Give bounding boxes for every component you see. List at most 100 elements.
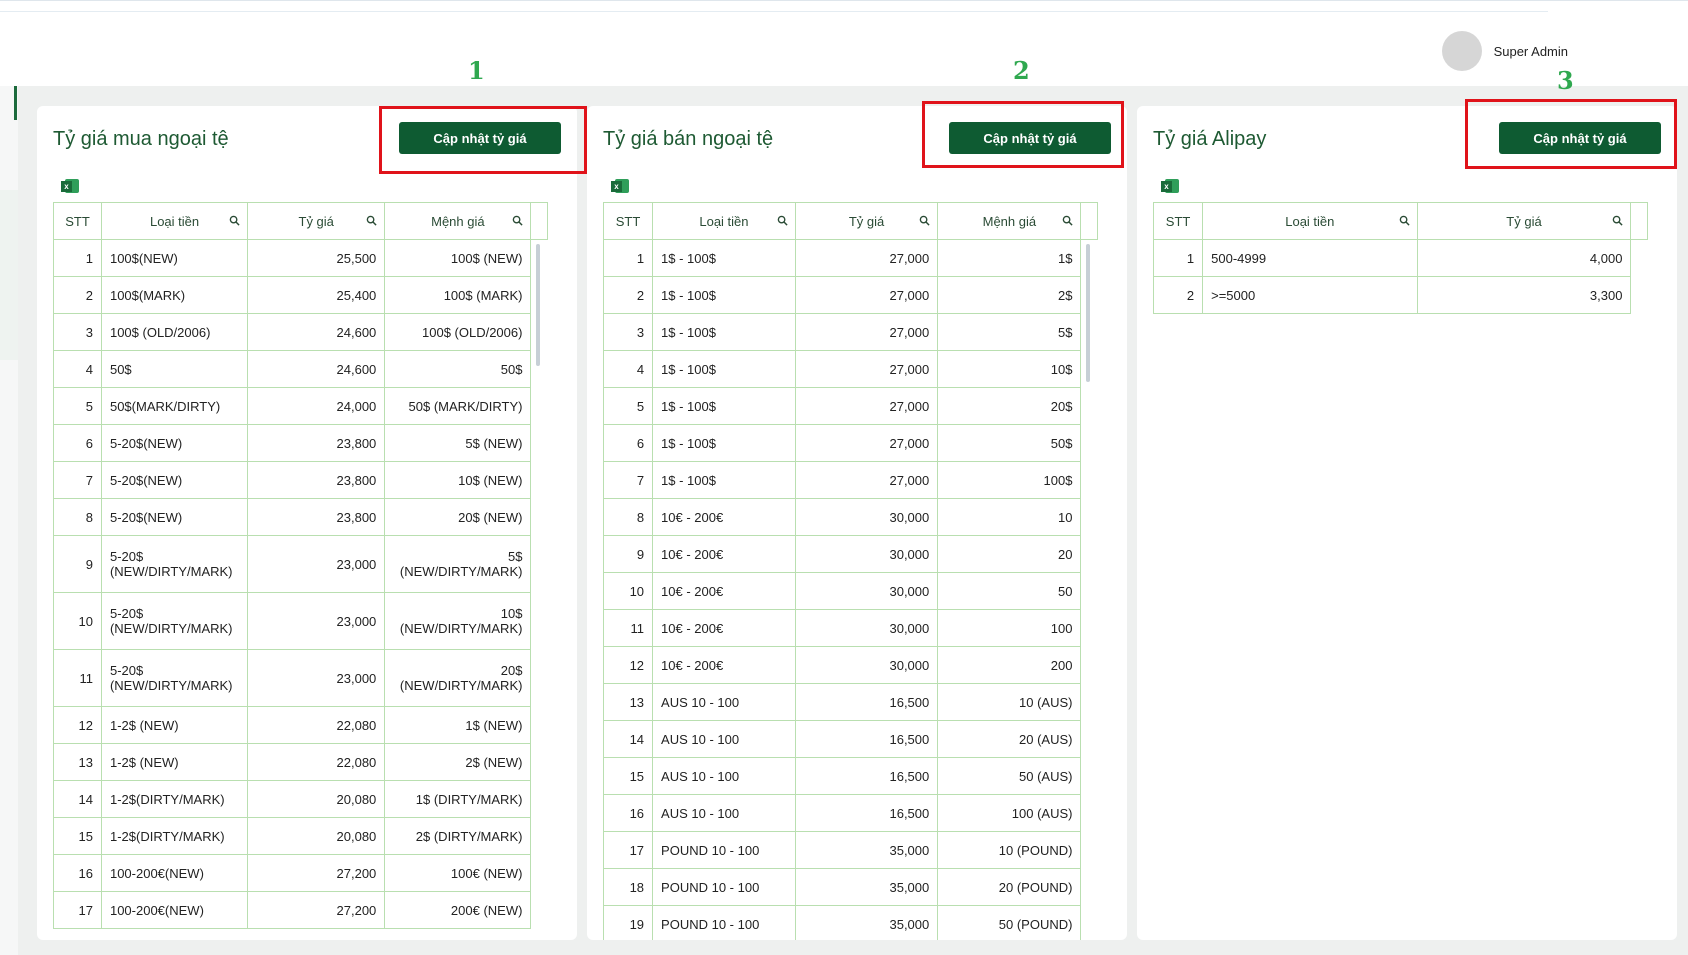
table-row[interactable]: 5 1$ - 100$ 27,000 20$ xyxy=(603,387,1098,425)
table-row[interactable]: 14 AUS 10 - 100 16,500 20 (AUS) xyxy=(603,720,1098,758)
denomination-cell: 50 (POUND) xyxy=(937,905,1082,940)
denomination-cell: 10 (AUS) xyxy=(937,683,1082,721)
rate-cell: 35,000 xyxy=(794,868,939,906)
scrollbar-header-spacer xyxy=(530,202,548,240)
buy-rate-panel: Tỷ giá mua ngoại tệ Cập nhật tỷ giá x ST… xyxy=(37,106,577,940)
table-row[interactable]: 12 1-2$ (NEW) 22,080 1$ (NEW) xyxy=(53,706,548,744)
table-row[interactable]: 2 100$(MARK) 25,400 100$ (MARK) xyxy=(53,276,548,314)
search-icon[interactable] xyxy=(777,215,788,226)
table-row[interactable]: 3 1$ - 100$ 27,000 5$ xyxy=(603,313,1098,351)
table-row[interactable]: 7 5-20$(NEW) 23,800 10$ (NEW) xyxy=(53,461,548,499)
table-row[interactable]: 1 500-4999 4,000 xyxy=(1153,239,1648,277)
table-row[interactable]: 11 5-20$ (NEW/DIRTY/MARK) 23,000 20$ (NEW/D… xyxy=(53,649,548,707)
table-row[interactable]: 16 100-200€(NEW) 27,200 100€ (NEW) xyxy=(53,854,548,892)
table-row[interactable]: 6 5-20$(NEW) 23,800 5$ (NEW) xyxy=(53,424,548,462)
currency-cell: 100$(NEW) xyxy=(100,239,249,277)
top-divider xyxy=(0,11,1548,12)
denomination-cell: 10$ (NEW) xyxy=(384,461,532,499)
rate-cell: 16,500 xyxy=(794,720,939,758)
column-header-currency[interactable]: Loại tiền xyxy=(1202,202,1418,240)
table-row[interactable]: 12 10€ - 200€ 30,000 200 xyxy=(603,646,1098,684)
table-row[interactable]: 4 50$ 24,600 50$ xyxy=(53,350,548,388)
search-icon[interactable] xyxy=(1062,215,1074,226)
column-header-rate[interactable]: Tỷ giá xyxy=(794,202,939,240)
table-row[interactable]: 8 10€ - 200€ 30,000 10 xyxy=(603,498,1098,536)
search-icon[interactable] xyxy=(1612,215,1624,226)
currency-cell: AUS 10 - 100 xyxy=(652,794,796,832)
table-row[interactable]: 10 5-20$ (NEW/DIRTY/MARK) 23,000 10$ (NEW/D… xyxy=(53,592,548,650)
scrollbar-thumb[interactable] xyxy=(536,244,540,366)
table-row[interactable]: 10 10€ - 200€ 30,000 50 xyxy=(603,572,1098,610)
currency-cell: 5-20$ (NEW/DIRTY/MARK) xyxy=(100,535,249,593)
table-row[interactable]: 9 10€ - 200€ 30,000 20 xyxy=(603,535,1098,573)
denomination-cell: 10$ (NEW/DIRTY/MARK) xyxy=(384,592,532,650)
scrollbar-gutter xyxy=(531,650,548,707)
column-header-stt[interactable]: STT xyxy=(53,202,102,240)
column-header-denomination[interactable]: Mệnh giá xyxy=(937,202,1082,240)
table-row[interactable]: 6 1$ - 100$ 27,000 50$ xyxy=(603,424,1098,462)
table-row[interactable]: 13 1-2$ (NEW) 22,080 2$ (NEW) xyxy=(53,743,548,781)
table-row[interactable]: 8 5-20$(NEW) 23,800 20$ (NEW) xyxy=(53,498,548,536)
denomination-cell: 20 (AUS) xyxy=(937,720,1082,758)
sell-rate-table-wrapper: STT Loại tiền Tỷ giá Mệnh giá 1 1$ - 100$… xyxy=(603,202,1098,940)
currency-cell: 50$(MARK/DIRTY) xyxy=(100,387,249,425)
table-row[interactable]: 18 POUND 10 - 100 35,000 20 (POUND) xyxy=(603,868,1098,906)
column-header-denomination[interactable]: Mệnh giá xyxy=(384,202,532,240)
rate-cell: 30,000 xyxy=(794,572,939,610)
user-menu[interactable]: Super Admin xyxy=(1441,31,1568,71)
table-row[interactable]: 15 1-2$(DIRTY/MARK) 20,080 2$ (DIRTY/MARK) xyxy=(53,817,548,855)
table-row[interactable]: 4 1$ - 100$ 27,000 10$ xyxy=(603,350,1098,388)
highlight-box-2 xyxy=(922,101,1124,168)
row-index: 2 xyxy=(53,276,102,314)
table-row[interactable]: 7 1$ - 100$ 27,000 100$ xyxy=(603,461,1098,499)
search-icon[interactable] xyxy=(919,215,930,226)
excel-icon[interactable]: x xyxy=(61,178,79,194)
scrollbar-thumb[interactable] xyxy=(1086,244,1090,382)
denomination-cell: 100€ (NEW) xyxy=(384,854,532,892)
table-row[interactable]: 13 AUS 10 - 100 16,500 10 (AUS) xyxy=(603,683,1098,721)
table-row[interactable]: 19 POUND 10 - 100 35,000 50 (POUND) xyxy=(603,905,1098,940)
row-index: 13 xyxy=(53,743,102,781)
sell-rate-table: STT Loại tiền Tỷ giá Mệnh giá 1 1$ - 100$… xyxy=(603,202,1098,940)
currency-cell: 50$ xyxy=(100,350,249,388)
currency-cell: 10€ - 200€ xyxy=(652,609,796,647)
column-header-rate[interactable]: Tỷ giá xyxy=(1416,202,1632,240)
table-row[interactable]: 2 >=5000 3,300 xyxy=(1153,276,1648,314)
table-row[interactable]: 3 100$ (OLD/2006) 24,600 100$ (OLD/2006) xyxy=(53,313,548,351)
column-header-stt[interactable]: STT xyxy=(603,202,654,240)
row-index: 6 xyxy=(603,424,654,462)
excel-icon[interactable]: x xyxy=(1161,178,1179,194)
row-index: 2 xyxy=(603,276,654,314)
search-icon[interactable] xyxy=(512,215,524,226)
table-row[interactable]: 11 10€ - 200€ 30,000 100 xyxy=(603,609,1098,647)
scrollbar-gutter xyxy=(1081,462,1098,499)
row-index: 4 xyxy=(603,350,654,388)
search-icon[interactable] xyxy=(1399,215,1410,226)
scrollbar-gutter xyxy=(1081,536,1098,573)
table-row[interactable]: 1 1$ - 100$ 27,000 1$ xyxy=(603,239,1098,277)
search-icon[interactable] xyxy=(366,215,377,226)
table-row[interactable]: 2 1$ - 100$ 27,000 2$ xyxy=(603,276,1098,314)
alipay-rate-table-wrapper: STT Loại tiền Tỷ giá 1 500-4999 4,000 2 >=50… xyxy=(1153,202,1648,940)
column-header-currency[interactable]: Loại tiền xyxy=(100,202,249,240)
table-row[interactable]: 1 100$(NEW) 25,500 100$ (NEW) xyxy=(53,239,548,277)
currency-cell: 10€ - 200€ xyxy=(652,498,796,536)
denomination-cell: 20$ (NEW) xyxy=(384,498,532,536)
scrollbar-gutter xyxy=(531,388,548,425)
table-row[interactable]: 16 AUS 10 - 100 16,500 100 (AUS) xyxy=(603,794,1098,832)
table-row[interactable]: 15 AUS 10 - 100 16,500 50 (AUS) xyxy=(603,757,1098,795)
table-row[interactable]: 5 50$(MARK/DIRTY) 24,000 50$ (MARK/DIRTY) xyxy=(53,387,548,425)
table-row[interactable]: 17 100-200€(NEW) 27,200 200€ (NEW) xyxy=(53,891,548,929)
column-header-stt[interactable]: STT xyxy=(1153,202,1204,240)
column-header-currency[interactable]: Loại tiền xyxy=(652,202,796,240)
currency-cell: 100-200€(NEW) xyxy=(100,891,249,929)
search-icon[interactable] xyxy=(229,215,240,226)
column-header-rate[interactable]: Tỷ giá xyxy=(247,202,386,240)
scrollbar-gutter xyxy=(1631,277,1648,314)
table-row[interactable]: 14 1-2$(DIRTY/MARK) 20,080 1$ (DIRTY/MARK) xyxy=(53,780,548,818)
table-row[interactable]: 17 POUND 10 - 100 35,000 10 (POUND) xyxy=(603,831,1098,869)
avatar[interactable] xyxy=(1441,31,1482,71)
excel-icon[interactable]: x xyxy=(611,178,629,194)
table-row[interactable]: 9 5-20$ (NEW/DIRTY/MARK) 23,000 5$ (NEW/DIR… xyxy=(53,535,548,593)
currency-cell: 10€ - 200€ xyxy=(652,572,796,610)
